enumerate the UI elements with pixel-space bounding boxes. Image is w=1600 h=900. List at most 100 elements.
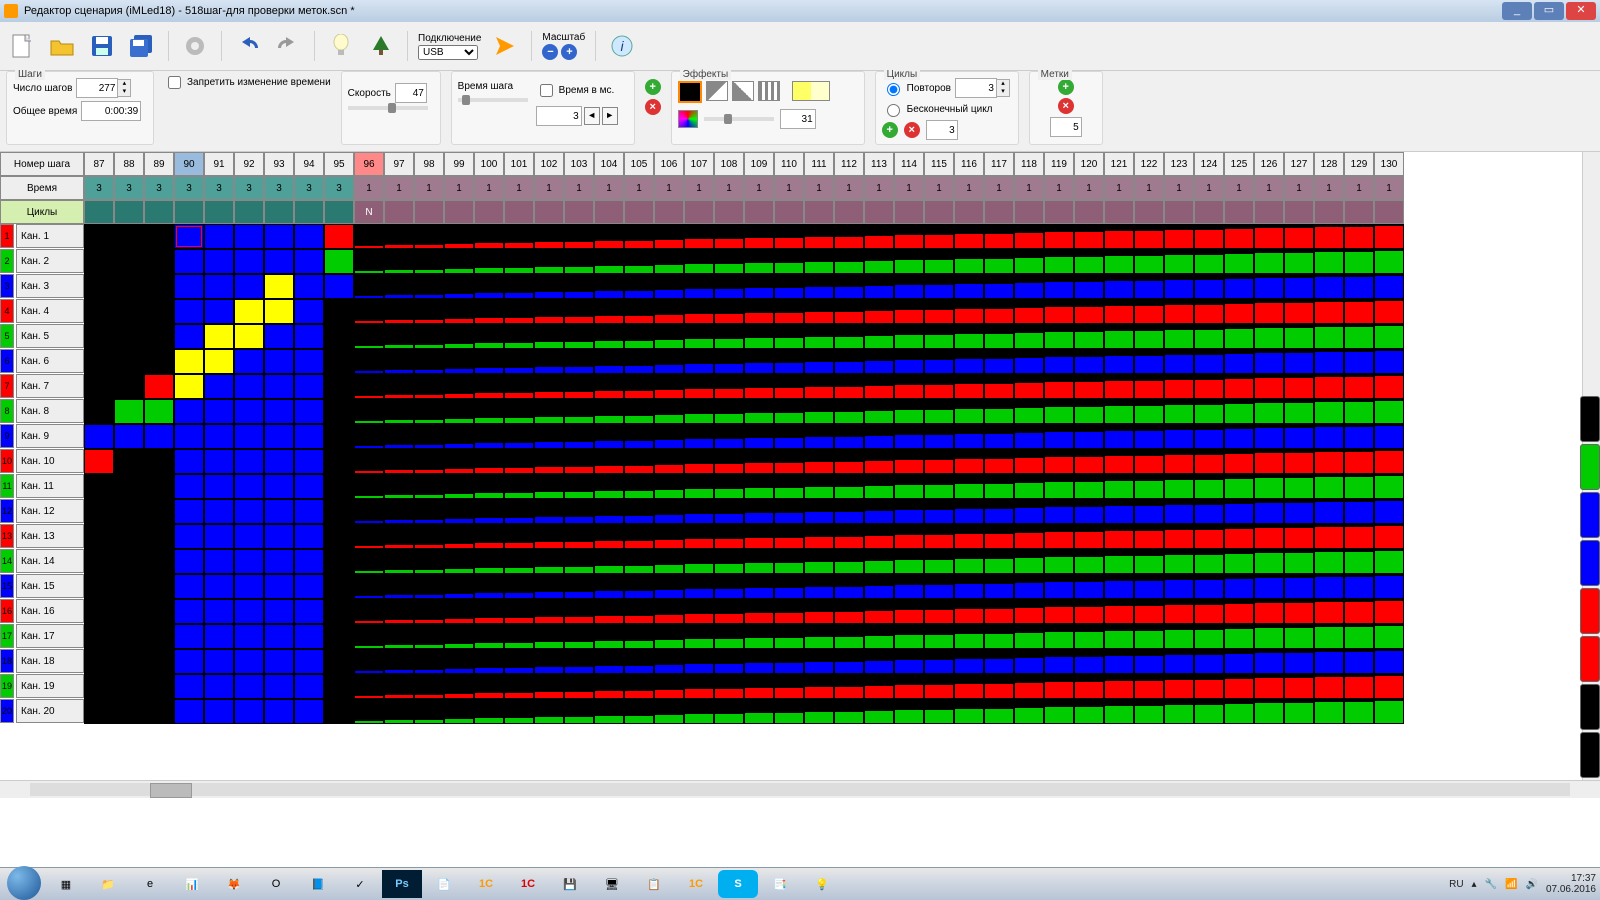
channel-num-14[interactable]: 14 xyxy=(0,549,14,573)
cell-ch1-s110[interactable] xyxy=(774,224,804,249)
cycle-cell[interactable] xyxy=(414,200,444,224)
cell-ch17-s101[interactable] xyxy=(504,624,534,649)
cell-ch6-s108[interactable] xyxy=(714,349,744,374)
cell-ch11-s108[interactable] xyxy=(714,474,744,499)
cell-ch7-s111[interactable] xyxy=(804,374,834,399)
step-time-slider[interactable] xyxy=(458,98,528,102)
cell-ch2-s93[interactable] xyxy=(264,249,294,274)
cell-ch4-s109[interactable] xyxy=(744,299,774,324)
cell-ch20-s112[interactable] xyxy=(834,699,864,724)
cell-ch9-s118[interactable] xyxy=(1014,424,1044,449)
cell-ch1-s128[interactable] xyxy=(1314,224,1344,249)
cell-ch16-s130[interactable] xyxy=(1374,599,1404,624)
label-count[interactable] xyxy=(1050,117,1082,137)
cell-ch8-s96[interactable] xyxy=(354,399,384,424)
cell-ch17-s103[interactable] xyxy=(564,624,594,649)
cell-ch7-s97[interactable] xyxy=(384,374,414,399)
cell-ch1-s92[interactable] xyxy=(234,224,264,249)
cell-ch13-s130[interactable] xyxy=(1374,524,1404,549)
cell-ch11-s116[interactable] xyxy=(954,474,984,499)
cell-ch4-s121[interactable] xyxy=(1104,299,1134,324)
cell-ch7-s108[interactable] xyxy=(714,374,744,399)
cell-ch5-s118[interactable] xyxy=(1014,324,1044,349)
cell-ch11-s96[interactable] xyxy=(354,474,384,499)
cell-ch13-s99[interactable] xyxy=(444,524,474,549)
cell-ch6-s103[interactable] xyxy=(564,349,594,374)
cell-ch2-s122[interactable] xyxy=(1134,249,1164,274)
cell-ch16-s97[interactable] xyxy=(384,599,414,624)
cell-ch14-s112[interactable] xyxy=(834,549,864,574)
remove-step-button[interactable]: × xyxy=(645,99,661,115)
cell-ch14-s97[interactable] xyxy=(384,549,414,574)
cycle-cell[interactable]: N xyxy=(354,200,384,224)
cell-ch15-s123[interactable] xyxy=(1164,574,1194,599)
cell-ch12-s120[interactable] xyxy=(1074,499,1104,524)
cell-ch10-s117[interactable] xyxy=(984,449,1014,474)
cell-ch3-s111[interactable] xyxy=(804,274,834,299)
cell-ch10-s118[interactable] xyxy=(1014,449,1044,474)
time-cell[interactable]: 1 xyxy=(414,176,444,200)
cell-ch13-s106[interactable] xyxy=(654,524,684,549)
infinite-radio[interactable] xyxy=(887,104,900,117)
tb-opera[interactable]: O xyxy=(256,870,296,898)
cell-ch11-s106[interactable] xyxy=(654,474,684,499)
cell-ch11-s113[interactable] xyxy=(864,474,894,499)
cell-ch5-s89[interactable] xyxy=(144,324,174,349)
cell-ch6-s87[interactable] xyxy=(84,349,114,374)
start-button[interactable] xyxy=(4,870,44,898)
cell-ch19-s115[interactable] xyxy=(924,674,954,699)
cell-ch11-s100[interactable] xyxy=(474,474,504,499)
cell-ch10-s106[interactable] xyxy=(654,449,684,474)
tb-app8[interactable]: 📑 xyxy=(760,870,800,898)
time-cell[interactable]: 1 xyxy=(1134,176,1164,200)
repeat-radio[interactable] xyxy=(887,83,900,96)
cell-ch16-s120[interactable] xyxy=(1074,599,1104,624)
cell-ch13-s87[interactable] xyxy=(84,524,114,549)
cell-ch15-s88[interactable] xyxy=(114,574,144,599)
cell-ch20-s116[interactable] xyxy=(954,699,984,724)
step-col-117[interactable]: 117 xyxy=(984,152,1014,176)
cell-ch19-s99[interactable] xyxy=(444,674,474,699)
cell-ch17-s108[interactable] xyxy=(714,624,744,649)
cell-ch20-s105[interactable] xyxy=(624,699,654,724)
cell-ch13-s114[interactable] xyxy=(894,524,924,549)
cell-ch2-s105[interactable] xyxy=(624,249,654,274)
cell-ch13-s109[interactable] xyxy=(744,524,774,549)
cell-ch6-s119[interactable] xyxy=(1044,349,1074,374)
cell-ch13-s116[interactable] xyxy=(954,524,984,549)
cycle-cell[interactable] xyxy=(1284,200,1314,224)
channel-label-6[interactable]: Кан. 6 xyxy=(16,349,84,373)
cell-ch17-s119[interactable] xyxy=(1044,624,1074,649)
cycle-cell[interactable] xyxy=(954,200,984,224)
cycle-cell[interactable] xyxy=(534,200,564,224)
cell-ch2-s99[interactable] xyxy=(444,249,474,274)
fx-value[interactable] xyxy=(780,109,816,129)
cell-ch13-s96[interactable] xyxy=(354,524,384,549)
cell-ch10-s130[interactable] xyxy=(1374,449,1404,474)
cell-ch2-s97[interactable] xyxy=(384,249,414,274)
time-cell[interactable]: 1 xyxy=(594,176,624,200)
cell-ch9-s119[interactable] xyxy=(1044,424,1074,449)
label-add[interactable]: + xyxy=(1058,79,1074,95)
cell-ch7-s126[interactable] xyxy=(1254,374,1284,399)
step-col-110[interactable]: 110 xyxy=(774,152,804,176)
time-cell[interactable]: 1 xyxy=(384,176,414,200)
cell-ch5-s120[interactable] xyxy=(1074,324,1104,349)
cell-ch2-s104[interactable] xyxy=(594,249,624,274)
cell-ch12-s99[interactable] xyxy=(444,499,474,524)
cell-ch3-s112[interactable] xyxy=(834,274,864,299)
time-cell[interactable]: 1 xyxy=(714,176,744,200)
cell-ch20-s124[interactable] xyxy=(1194,699,1224,724)
cell-ch16-s108[interactable] xyxy=(714,599,744,624)
channel-label-3[interactable]: Кан. 3 xyxy=(16,274,84,298)
cell-ch1-s89[interactable] xyxy=(144,224,174,249)
cell-ch19-s93[interactable] xyxy=(264,674,294,699)
cell-ch1-s88[interactable] xyxy=(114,224,144,249)
step-time-input[interactable] xyxy=(536,106,582,126)
cell-ch2-s96[interactable] xyxy=(354,249,384,274)
cell-ch15-s110[interactable] xyxy=(774,574,804,599)
cycle-cell[interactable] xyxy=(714,200,744,224)
cell-ch7-s130[interactable] xyxy=(1374,374,1404,399)
time-cell[interactable]: 1 xyxy=(1254,176,1284,200)
cell-ch3-s95[interactable] xyxy=(324,274,354,299)
